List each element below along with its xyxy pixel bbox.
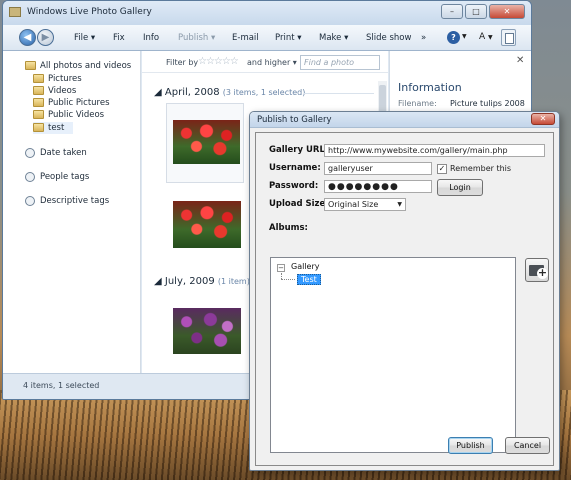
- filter-by-label: Filter by: [166, 58, 199, 67]
- dialog-title: Publish to Gallery: [257, 115, 332, 125]
- group-header-july-2009[interactable]: ◢ July, 2009 (1 item): [154, 276, 250, 287]
- nav-videos[interactable]: Videos: [33, 85, 133, 97]
- file-menu[interactable]: File ▾: [74, 33, 95, 43]
- folder-icon: [33, 123, 44, 132]
- publish-to-gallery-dialog: Publish to Gallery ✕ Gallery URL: http:/…: [249, 111, 560, 471]
- publish-button[interactable]: Publish: [448, 437, 493, 454]
- font-size-button[interactable]: A: [479, 32, 485, 42]
- photos-folder-icon: [25, 61, 36, 70]
- nav-descriptive-tags[interactable]: Descriptive tags: [25, 195, 135, 207]
- print-menu[interactable]: Print ▾: [275, 33, 302, 43]
- info-button[interactable]: Info: [143, 33, 159, 43]
- toggle-pane-icon[interactable]: [501, 29, 516, 46]
- nav-pictures[interactable]: Pictures: [33, 73, 133, 85]
- login-button[interactable]: Login: [437, 179, 483, 196]
- add-album-button[interactable]: +: [525, 258, 549, 282]
- dialog-title-bar: Publish to Gallery ✕: [250, 112, 559, 128]
- filename-label: Filename:: [398, 99, 437, 108]
- remember-checkbox[interactable]: ✓: [437, 164, 447, 174]
- app-icon: [9, 7, 21, 17]
- nav-test-folder[interactable]: test: [33, 122, 73, 134]
- people-icon: [25, 172, 35, 182]
- rating-stars-icon[interactable]: ☆☆☆☆☆: [198, 56, 239, 67]
- forward-arrow-icon[interactable]: ▶: [37, 29, 54, 46]
- folder-icon: [33, 98, 44, 107]
- nav-all-photos[interactable]: All photos and videos: [25, 60, 139, 72]
- plus-icon: +: [537, 266, 548, 279]
- back-arrow-icon[interactable]: ◀: [19, 29, 36, 46]
- slide-show-button[interactable]: Slide show: [366, 33, 411, 43]
- collapse-icon[interactable]: −: [277, 264, 285, 272]
- status-text: 4 items, 1 selected: [23, 381, 100, 390]
- help-dropdown-icon[interactable]: ▼: [462, 33, 467, 40]
- group-header-april-2008[interactable]: ◢ April, 2008 (3 items, 1 selected): [154, 87, 305, 98]
- photo-thumbnail[interactable]: [173, 308, 241, 354]
- filename-value[interactable]: Picture tulips 2008: [450, 99, 525, 108]
- maximize-button[interactable]: □: [465, 4, 487, 19]
- album-gallery[interactable]: Gallery: [291, 262, 320, 271]
- nav-people-tags[interactable]: People tags: [25, 171, 125, 183]
- upload-size-value: Original Size: [328, 200, 379, 209]
- gallery-url-label: Gallery URL:: [269, 145, 329, 155]
- window-controls: – □ ✕: [441, 4, 525, 19]
- expand-arrow-icon[interactable]: ◢: [154, 87, 162, 98]
- username-field[interactable]: galleryuser: [324, 162, 432, 175]
- password-field[interactable]: ●●●●●●●●: [324, 180, 432, 193]
- publish-menu[interactable]: Publish ▾: [178, 33, 215, 43]
- gallery-url-field[interactable]: http://www.mywebsite.com/gallery/main.ph…: [324, 144, 545, 157]
- window-title: Windows Live Photo Gallery: [27, 7, 152, 17]
- dialog-body: Gallery URL: http://www.mywebsite.com/ga…: [255, 132, 554, 466]
- fix-button[interactable]: Fix: [113, 33, 125, 43]
- font-dropdown-icon[interactable]: ▼: [488, 34, 493, 41]
- upload-size-label: Upload Size:: [269, 199, 329, 209]
- toolbar: ◀ ▶ File ▾ Fix Info Publish ▾ E-mail Pri…: [3, 25, 531, 51]
- filter-bar: Filter by ☆☆☆☆☆ and higher ▾ Find a phot…: [142, 51, 388, 73]
- close-button[interactable]: ✕: [489, 4, 525, 19]
- more-chevron-icon[interactable]: »: [421, 33, 426, 43]
- password-label: Password:: [269, 181, 319, 191]
- folder-icon: [33, 110, 44, 119]
- navigation-pane: All photos and videos Pictures Videos Pu…: [3, 51, 141, 373]
- albums-tree[interactable]: − Gallery Test: [270, 257, 516, 453]
- albums-label: Albums:: [269, 223, 308, 233]
- calendar-icon: [25, 148, 35, 158]
- cancel-button[interactable]: Cancel: [505, 437, 550, 454]
- tree-connector: [281, 279, 295, 280]
- nav-date-taken[interactable]: Date taken: [25, 147, 125, 159]
- rating-filter-dropdown[interactable]: and higher ▾: [247, 58, 297, 67]
- search-input[interactable]: Find a photo: [300, 55, 380, 70]
- dialog-close-button[interactable]: ✕: [531, 113, 555, 125]
- make-menu[interactable]: Make ▾: [319, 33, 348, 43]
- email-button[interactable]: E-mail: [232, 33, 259, 43]
- username-label: Username:: [269, 163, 321, 173]
- close-icon[interactable]: ✕: [516, 55, 524, 66]
- info-title: Information: [398, 81, 462, 94]
- expand-arrow-icon[interactable]: ◢: [154, 276, 162, 287]
- folder-icon: [33, 74, 44, 83]
- group-divider: [304, 93, 374, 94]
- title-bar: Windows Live Photo Gallery – □ ✕: [3, 1, 531, 25]
- nav-public-videos[interactable]: Public Videos: [33, 109, 133, 121]
- folder-icon: [33, 86, 44, 95]
- nav-public-pictures[interactable]: Public Pictures: [33, 97, 133, 109]
- album-test-selected[interactable]: Test: [297, 274, 321, 285]
- help-icon[interactable]: ?: [447, 31, 460, 44]
- photo-thumbnail[interactable]: [173, 120, 240, 164]
- chevron-down-icon: ▼: [397, 201, 402, 208]
- remember-label[interactable]: Remember this: [450, 164, 511, 173]
- minimize-button[interactable]: –: [441, 4, 463, 19]
- tag-icon: [25, 196, 35, 206]
- upload-size-select[interactable]: Original Size ▼: [324, 198, 406, 211]
- photo-thumbnail[interactable]: [173, 201, 241, 248]
